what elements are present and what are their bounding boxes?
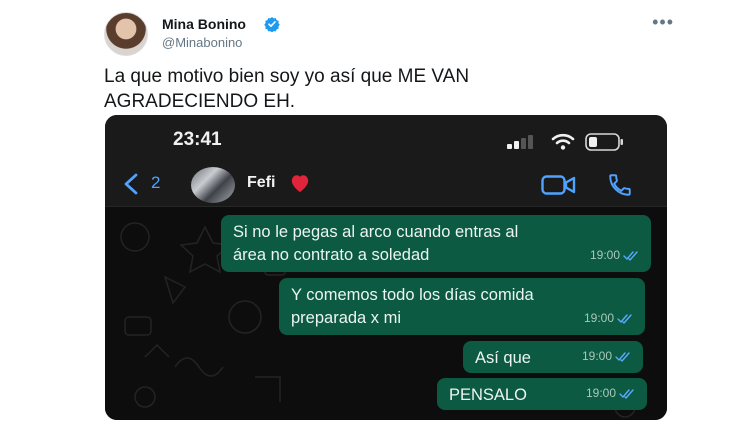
tweet-header: Mina Bonino @Minabonino ••• [104,12,674,56]
double-check-icon [619,388,634,399]
video-call-icon[interactable] [541,174,577,196]
message-text: Si no le pegas al arco cuando entras al [233,223,519,241]
message-bubble[interactable]: Si no le pegas al arco cuando entras al … [221,215,651,272]
contact-name[interactable]: Fefi [247,174,275,192]
heart-icon [291,175,309,193]
message-bubble[interactable]: Así que 19:00 [463,341,643,373]
double-check-icon [623,250,638,261]
tweet-text-line: AGRADECIENDO EH. [104,91,296,112]
message-time: 19:00 [585,386,616,400]
message-text: área no contrato a soledad [233,246,430,264]
message-time: 19:00 [581,349,612,363]
message-meta: 19:00 [582,345,631,368]
chat-messages: Si no le pegas al arco cuando entras al … [105,207,667,420]
message-meta: 19:00 [584,307,633,330]
message-meta: 19:00 [586,382,635,405]
double-check-icon [615,351,630,362]
battery-icon [585,133,623,151]
message-bubble[interactable]: PENSALO 19:00 [437,378,647,410]
signal-icon [507,135,533,149]
chevron-left-icon[interactable] [122,173,140,195]
author-name[interactable]: Mina Bonino [162,16,246,32]
wifi-icon [551,133,575,150]
unread-count[interactable]: 2 [151,173,160,193]
tweet-text-line: La que motivo bien soy yo así que ME VAN [104,66,470,87]
message-text: Y comemos todo los días comida [291,286,534,304]
author-avatar[interactable] [104,12,148,56]
author-handle[interactable]: @Minabonino [162,35,242,50]
message-bubble[interactable]: Y comemos todo los días comida preparada… [279,278,645,335]
chat-header: 2 Fefi [105,163,667,207]
message-time: 19:00 [589,248,620,262]
status-bar: 23:41 [105,115,667,163]
message-meta: 19:00 [590,244,639,267]
contact-avatar[interactable] [191,167,235,203]
verified-badge-icon [264,17,280,32]
tweet-text: La que motivo bien soy yo así que ME VAN… [104,64,664,114]
chat-screenshot[interactable]: 23:41 2 Fefi Si no le pegas al arco cuan… [105,115,667,420]
ellipsis-icon[interactable]: ••• [652,12,674,33]
double-check-icon [617,313,632,324]
phone-call-icon[interactable] [607,172,633,198]
message-text: preparada x mi [291,309,402,327]
message-time: 19:00 [583,311,614,325]
status-time: 23:41 [173,129,222,150]
